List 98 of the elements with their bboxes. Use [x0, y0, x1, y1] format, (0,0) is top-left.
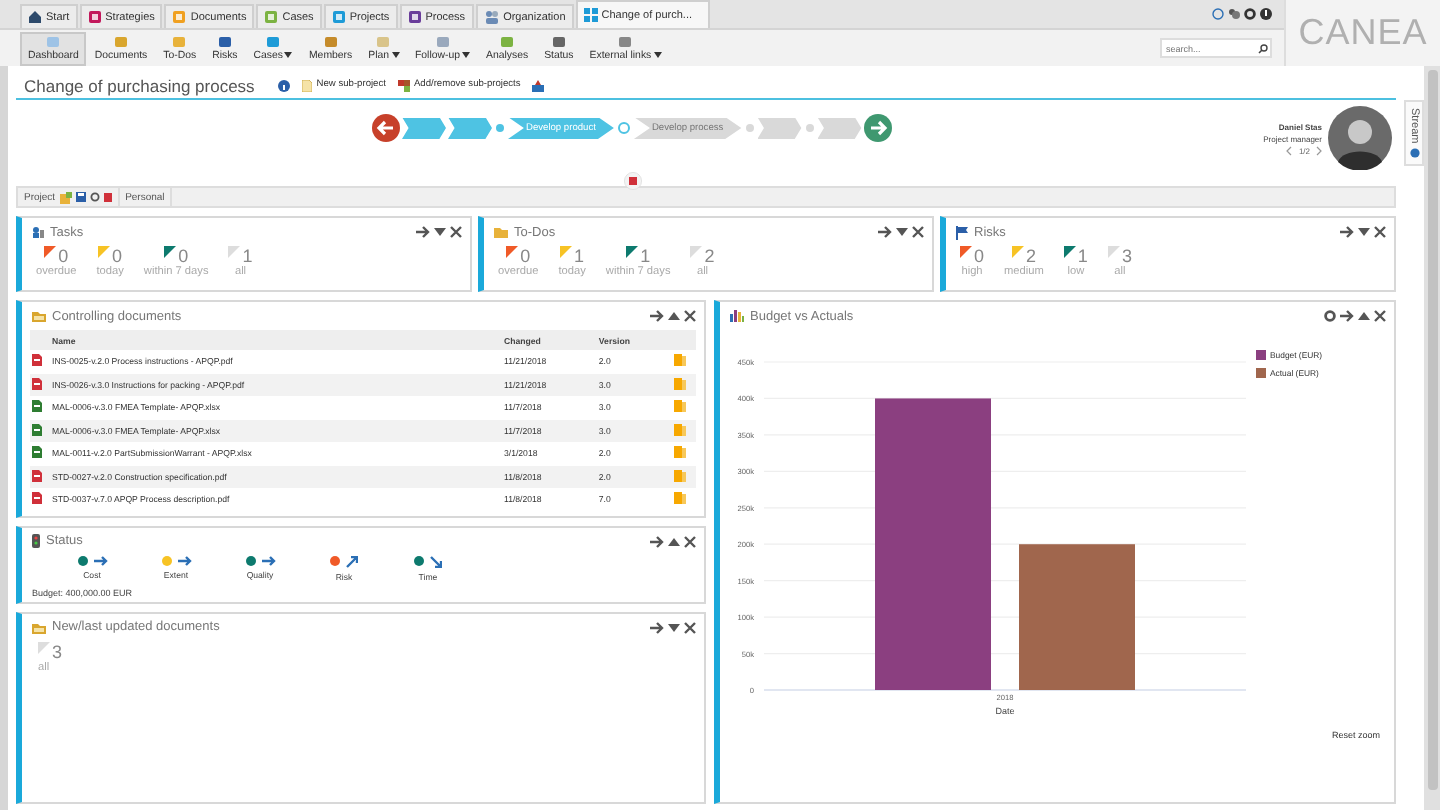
counter-value: 0: [974, 246, 985, 266]
counter-value: 1: [640, 246, 651, 266]
folder-icon: [32, 621, 46, 633]
expand-icon[interactable]: [668, 621, 680, 633]
folder-icon: [494, 226, 508, 238]
grid-icon: [583, 8, 598, 22]
collapse-icon[interactable]: [668, 535, 680, 547]
counter-value: 1: [1077, 246, 1088, 266]
scrollbar[interactable]: [1427, 70, 1437, 790]
bar-chart-icon: [730, 310, 744, 322]
home-icon: [28, 10, 42, 24]
avatar-icon: [1328, 106, 1392, 170]
globe-icon: [1409, 147, 1419, 158]
people-icon: [483, 10, 500, 24]
pdf-file-icon: [32, 469, 42, 482]
previous-icon[interactable]: [1286, 145, 1293, 155]
arrow-right-icon: [93, 555, 107, 565]
flag-icon: [38, 641, 50, 653]
arrow-right-icon: [177, 555, 191, 565]
tool-icon: [266, 35, 281, 47]
arrow-right-icon: [261, 555, 275, 565]
trash-icon[interactable]: [103, 192, 112, 202]
forward-button[interactable]: [863, 114, 892, 142]
expand-icon[interactable]: [434, 226, 446, 238]
counter-value: 1: [242, 246, 253, 266]
export-icon[interactable]: [532, 79, 545, 91]
tile-icon: [331, 10, 346, 24]
arrow-right-icon[interactable]: [650, 621, 664, 633]
info-icon[interactable]: [278, 79, 291, 91]
search-icon[interactable]: [1258, 43, 1268, 53]
tool-icon: [114, 35, 129, 47]
close-icon[interactable]: [1374, 310, 1386, 322]
arrow-right-icon[interactable]: [650, 535, 664, 547]
close-icon[interactable]: [1374, 226, 1386, 238]
collapse-icon[interactable]: [668, 310, 680, 322]
close-icon[interactable]: [684, 535, 696, 547]
spreadsheet-file-icon: [32, 446, 42, 459]
counter-value: 2: [1025, 246, 1036, 266]
caret-icon: [653, 52, 662, 58]
arrow-right-icon[interactable]: [650, 310, 664, 322]
expand-icon[interactable]: [1358, 226, 1370, 238]
arrow-right-icon[interactable]: [416, 226, 430, 238]
arrow-up-right-icon: [346, 555, 358, 567]
counter-value: 0: [178, 246, 189, 266]
tile-icon: [264, 10, 279, 24]
person-icon: [32, 226, 44, 238]
power-icon[interactable]: [1260, 8, 1272, 20]
counter-value: 0: [58, 246, 69, 266]
traffic-light-icon: [32, 534, 40, 548]
spreadsheet-file-icon: [32, 423, 42, 436]
close-icon[interactable]: [912, 226, 924, 238]
expand-icon[interactable]: [896, 226, 908, 238]
caret-icon: [284, 52, 293, 58]
tool-icon: [551, 35, 566, 47]
legend-swatch: [1256, 350, 1266, 360]
tool-icon: [500, 35, 515, 47]
stop-button[interactable]: [624, 172, 642, 190]
spreadsheet-file-icon: [32, 400, 42, 413]
tool-icon: [217, 35, 232, 47]
pdf-file-icon: [32, 492, 42, 505]
legend-swatch: [1256, 368, 1266, 378]
counter-value: 2: [704, 246, 715, 266]
counter-value: 0: [112, 246, 123, 266]
caret-icon: [391, 52, 399, 58]
tool-icon: [376, 35, 391, 47]
page-title: Change of purchasing process: [24, 75, 255, 95]
counter-value: 1: [574, 246, 585, 266]
collapse-icon[interactable]: [1358, 310, 1370, 322]
pdf-file-icon: [32, 377, 42, 390]
puzzle-icon: [397, 79, 410, 91]
tool-icon: [172, 35, 187, 47]
folder-icon: [32, 310, 46, 322]
flag-icon: [956, 225, 968, 239]
next-icon[interactable]: [1316, 145, 1322, 155]
close-icon[interactable]: [684, 310, 696, 322]
arrow-right-icon[interactable]: [878, 226, 892, 238]
counter-value: 3: [52, 641, 63, 661]
tool-icon: [323, 35, 338, 47]
arrow-right-icon[interactable]: [1340, 226, 1354, 238]
people-icon[interactable]: [1228, 8, 1240, 20]
tool-icon: [46, 35, 61, 47]
arrow-down-right-icon: [430, 555, 442, 567]
tile-icon: [87, 10, 102, 24]
page-icon: [302, 79, 313, 91]
logo: CANEA: [1284, 0, 1440, 66]
arrow-right-icon[interactable]: [1340, 310, 1354, 322]
save-icon[interactable]: [75, 192, 86, 202]
close-icon[interactable]: [684, 621, 696, 633]
tile-icon: [407, 10, 422, 24]
tile-icon: [172, 10, 187, 24]
pdf-file-icon: [32, 354, 42, 367]
close-icon[interactable]: [450, 226, 462, 238]
caret-icon: [462, 52, 470, 58]
tool-icon: [435, 35, 450, 47]
counter-value: 0: [520, 246, 531, 266]
counter-value: 3: [1121, 246, 1132, 266]
tool-icon: [618, 35, 633, 47]
back-button[interactable]: [372, 114, 400, 142]
